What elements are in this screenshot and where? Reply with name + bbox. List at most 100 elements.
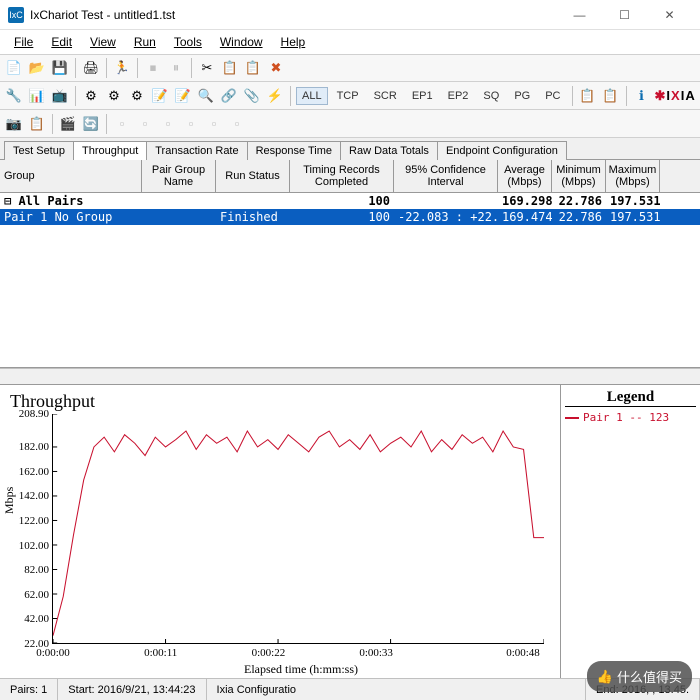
filter-tcp[interactable]: TCP (331, 87, 365, 105)
filter-scr[interactable]: SCR (368, 87, 403, 105)
col-group[interactable]: Group (0, 160, 142, 192)
menu-help[interactable]: Help (273, 33, 314, 51)
tool-icon[interactable]: ⚙ (127, 86, 147, 106)
filter-pc[interactable]: PC (539, 87, 566, 105)
cell: 22.786 (552, 194, 606, 208)
tool-icon[interactable]: 📋 (601, 86, 621, 106)
chart-title: Throughput (10, 391, 550, 412)
y-tick: 82.00 (13, 564, 49, 576)
filter-pg[interactable]: PG (508, 87, 536, 105)
tool-icon[interactable]: 🔗 (219, 86, 239, 106)
delete-icon[interactable]: ✖ (266, 58, 286, 78)
tool-icon[interactable]: ▫ (181, 114, 201, 134)
cut-icon[interactable]: ✂ (197, 58, 217, 78)
tab-endpoint-config[interactable]: Endpoint Configuration (437, 141, 567, 160)
tool-icon[interactable]: 📋 (578, 86, 598, 106)
menu-tools[interactable]: Tools (166, 33, 210, 51)
y-tick: 182.00 (13, 441, 49, 453)
y-tick: 162.00 (13, 466, 49, 478)
paste-icon[interactable]: 📋 (243, 58, 263, 78)
tool-icon[interactable]: 📎 (242, 86, 262, 106)
filter-ep2[interactable]: EP2 (442, 87, 475, 105)
run-icon[interactable]: 🏃 (112, 58, 132, 78)
plot-area[interactable]: 22.0042.0062.0082.00102.00122.00142.0016… (52, 414, 544, 644)
tool-icon[interactable]: 📺 (50, 86, 70, 106)
tab-response-time[interactable]: Response Time (247, 141, 340, 160)
y-tick: 62.00 (13, 589, 49, 601)
table-row[interactable]: ⊟ All Pairs100169.29822.786197.531 (0, 193, 700, 209)
tool-icon[interactable]: 🎬 (58, 114, 78, 134)
tab-throughput[interactable]: Throughput (73, 141, 146, 160)
pause-icon[interactable]: ⏸ (166, 58, 186, 78)
col-minimum[interactable]: Minimum (Mbps) (552, 160, 606, 192)
tool-icon[interactable]: ⚙ (81, 86, 101, 106)
tool-icon[interactable]: 📋 (27, 114, 47, 134)
legend-title: Legend (565, 389, 696, 407)
tool-icon[interactable]: 📝 (173, 86, 193, 106)
tool-icon[interactable]: 📊 (27, 86, 47, 106)
menu-view[interactable]: View (82, 33, 124, 51)
filter-ep1[interactable]: EP1 (406, 87, 439, 105)
x-tick: 0:00:11 (144, 647, 177, 659)
grid-body[interactable]: ⊟ All Pairs100169.29822.786197.531 Pair … (0, 193, 700, 368)
cell: 169.474 (498, 210, 552, 224)
filter-sq[interactable]: SQ (477, 87, 505, 105)
hand-icon: 👍 (597, 669, 613, 685)
chart-area: Throughput Mbps 22.0042.0062.0082.00102.… (0, 384, 700, 682)
tool-icon[interactable]: 🔧 (4, 86, 24, 106)
menu-run[interactable]: Run (126, 33, 164, 51)
stop-icon[interactable]: ⏹ (143, 58, 163, 78)
tool-icon[interactable]: 🔍 (196, 86, 216, 106)
col-run-status[interactable]: Run Status (216, 160, 290, 192)
menubar: File Edit View Run Tools Window Help (0, 30, 700, 54)
legend-panel: Legend Pair 1 -- 123 (560, 385, 700, 682)
x-tick: 0:00:22 (252, 647, 286, 659)
separator (137, 58, 138, 78)
separator (626, 86, 627, 106)
info-icon[interactable]: ℹ (632, 86, 652, 106)
tool-icon[interactable]: ▫ (204, 114, 224, 134)
tab-raw-data[interactable]: Raw Data Totals (340, 141, 437, 160)
print-icon[interactable]: 🖨 (81, 58, 101, 78)
tool-icon[interactable]: ▫ (227, 114, 247, 134)
tool-icon[interactable]: 📷 (4, 114, 24, 134)
copy-icon[interactable]: 📋 (220, 58, 240, 78)
col-confidence[interactable]: 95% Confidence Interval (394, 160, 498, 192)
minimize-button[interactable]: — (557, 0, 602, 30)
table-row[interactable]: Pair 1 No GroupFinished100-22.083 : +22.… (0, 209, 700, 225)
filter-all[interactable]: ALL (296, 87, 328, 105)
maximize-button[interactable]: ☐ (602, 0, 647, 30)
col-pair-group[interactable]: Pair Group Name (142, 160, 216, 192)
menu-file[interactable]: File (6, 33, 41, 51)
tab-test-setup[interactable]: Test Setup (4, 141, 73, 160)
separator (572, 86, 573, 106)
tool-icon[interactable]: ▫ (158, 114, 178, 134)
tool-icon[interactable]: ▫ (135, 114, 155, 134)
separator (75, 58, 76, 78)
horizontal-scrollbar[interactable] (0, 368, 700, 384)
tab-transaction-rate[interactable]: Transaction Rate (146, 141, 246, 160)
separator (106, 58, 107, 78)
col-maximum[interactable]: Maximum (Mbps) (606, 160, 660, 192)
window-title: IxChariot Test - untitled1.tst (30, 8, 557, 22)
col-average[interactable]: Average (Mbps) (498, 160, 552, 192)
tool-icon[interactable]: 🔄 (81, 114, 101, 134)
col-timing-records[interactable]: Timing Records Completed (290, 160, 394, 192)
separator (290, 86, 291, 106)
open-icon[interactable]: 📂 (27, 58, 47, 78)
x-axis-label: Elapsed time (h:mm:ss) (52, 662, 550, 677)
status-pairs: Pairs: 1 (0, 679, 58, 700)
cell: Pair 1 No Group (0, 210, 142, 224)
new-icon[interactable]: 📄 (4, 58, 24, 78)
close-button[interactable]: ✕ (647, 0, 692, 30)
menu-edit[interactable]: Edit (43, 33, 80, 51)
legend-item[interactable]: Pair 1 -- 123 (565, 411, 696, 424)
menu-window[interactable]: Window (212, 33, 271, 51)
separator (52, 114, 53, 134)
save-icon[interactable]: 💾 (50, 58, 70, 78)
toolbar-3: 📷 📋 🎬 🔄 ▫ ▫ ▫ ▫ ▫ ▫ (0, 110, 700, 138)
tool-icon[interactable]: ▫ (112, 114, 132, 134)
tool-icon[interactable]: 📝 (150, 86, 170, 106)
tool-icon[interactable]: ⚡ (265, 86, 285, 106)
tool-icon[interactable]: ⚙ (104, 86, 124, 106)
